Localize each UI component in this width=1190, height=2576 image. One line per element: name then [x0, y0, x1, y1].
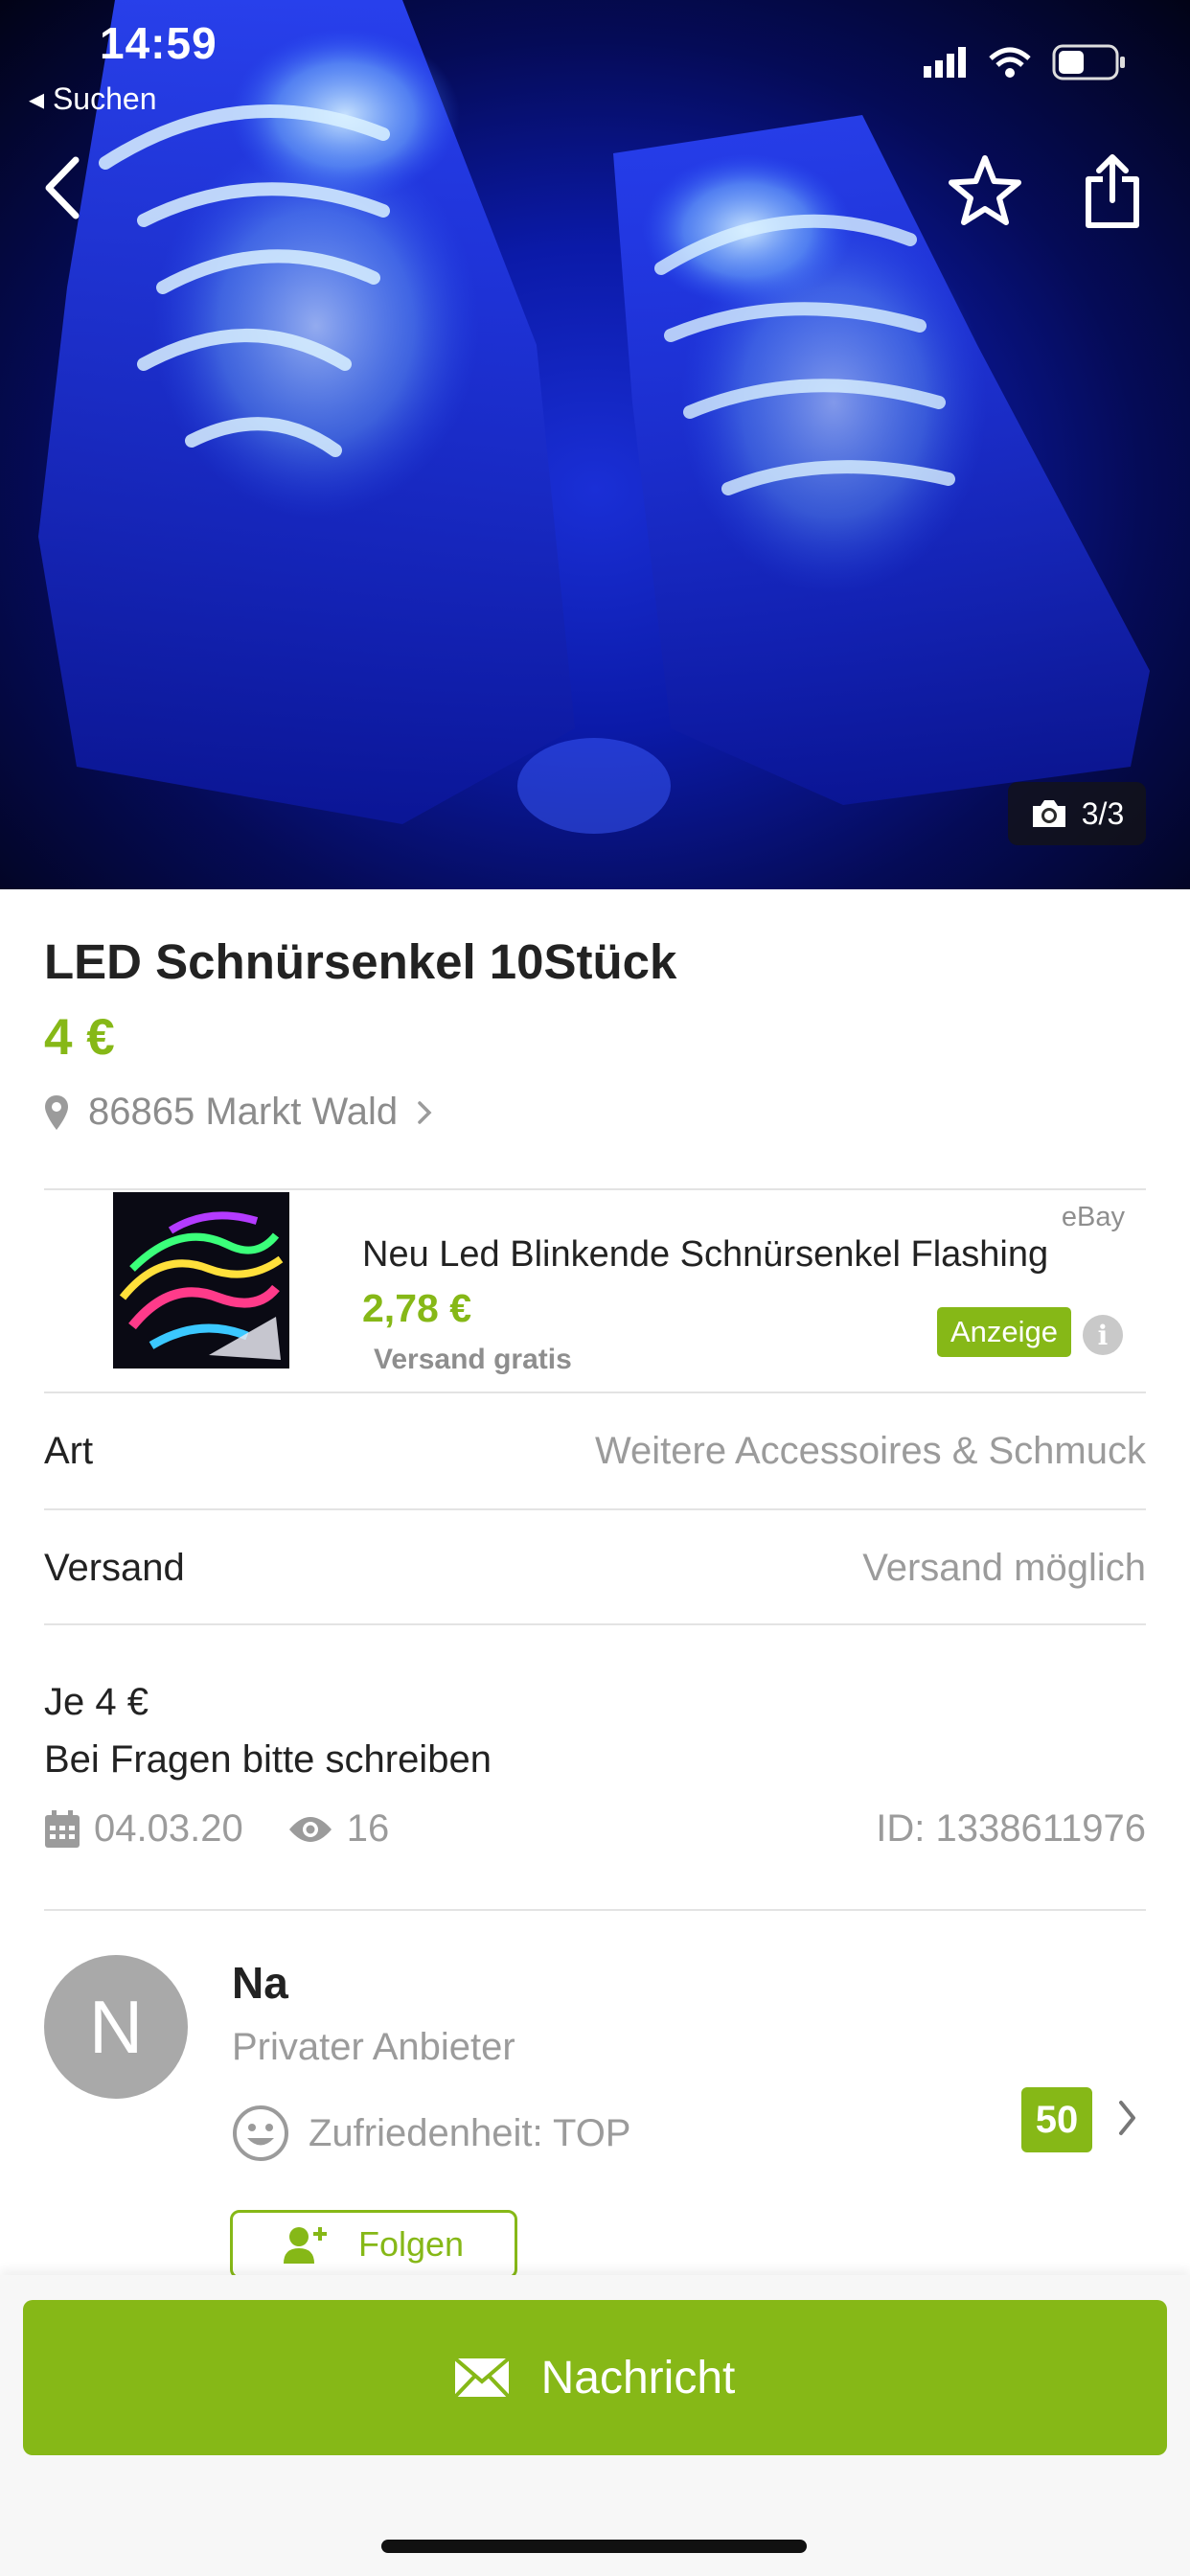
share-button[interactable]: [1081, 151, 1144, 230]
ad-shipping: Versand gratis: [374, 1344, 572, 1374]
calendar-icon: [45, 1809, 80, 1848]
listing-photo[interactable]: 14:59 ◂ Suchen 3/3: [0, 0, 1190, 889]
photo-scene: [38, 0, 1150, 834]
favorite-button[interactable]: [947, 153, 1023, 228]
smiley-icon: [233, 2105, 288, 2161]
divider: [44, 1909, 1146, 1911]
detail-label: Art: [44, 1429, 94, 1472]
status-time: 14:59: [100, 18, 217, 68]
description-line: Je 4 €: [44, 1681, 149, 1723]
location-pin-icon: [45, 1094, 68, 1130]
description-line: Bei Fragen bitte schreiben: [44, 1738, 492, 1781]
chevron-left-icon: [45, 156, 80, 219]
detail-row-versand: Versand Versand möglich: [44, 1510, 1146, 1625]
follow-label: Folgen: [357, 2224, 465, 2264]
detail-value: Versand möglich: [862, 1546, 1146, 1589]
back-to-app-link[interactable]: ◂ Suchen: [29, 80, 156, 117]
message-label: Nachricht: [540, 2352, 736, 2404]
follow-button[interactable]: Folgen: [230, 2210, 517, 2279]
seller-type: Privater Anbieter: [232, 2026, 515, 2068]
chevron-right-icon[interactable]: [1117, 2099, 1136, 2137]
detail-label: Versand: [44, 1546, 185, 1589]
listing-id: ID: 1338611976: [876, 1807, 1146, 1850]
ad-thumbnail-image: [113, 1192, 289, 1368]
sponsored-ad[interactable]: eBay Neu Led Blinkende Schnürsenkel Flas…: [44, 1190, 1146, 1390]
seller-score-badge: 50: [1021, 2087, 1092, 2152]
status-icons: [924, 44, 1127, 80]
satisfaction-label: Zufriedenheit: TOP: [309, 2111, 631, 2154]
envelope-icon: [454, 2358, 509, 2397]
avatar[interactable]: N: [44, 1955, 188, 2099]
detail-row-art: Art Weitere Accessoires & Schmuck: [44, 1393, 1146, 1508]
wifi-icon: [989, 47, 1031, 78]
listing-price: 4 €: [44, 1009, 115, 1066]
listing-title: LED Schnürsenkel 10Stück: [44, 934, 677, 989]
seller-satisfaction: Zufriedenheit: TOP: [232, 2104, 630, 2162]
home-indicator[interactable]: [381, 2540, 807, 2553]
bottom-action-bar: Nachricht: [0, 2275, 1190, 2576]
chevron-right-icon: [418, 1100, 432, 1124]
seller-name[interactable]: Na: [232, 1957, 288, 2009]
info-icon[interactable]: i: [1083, 1315, 1123, 1355]
photo-counter: 3/3: [1008, 782, 1146, 845]
view-count: 16: [346, 1807, 390, 1850]
ad-thumbnail: [113, 1192, 289, 1368]
ad-price: 2,78 €: [362, 1286, 471, 1330]
battery-icon: [1052, 44, 1125, 80]
share-icon: [1086, 154, 1139, 228]
detail-value: Weitere Accessoires & Schmuck: [594, 1429, 1146, 1472]
star-icon: [949, 155, 1021, 225]
ad-title: Neu Led Blinkende Schnürsenkel Flashing: [362, 1234, 1049, 1275]
message-button[interactable]: Nachricht: [23, 2300, 1167, 2455]
camera-icon: [1032, 800, 1065, 827]
ad-badge: Anzeige: [937, 1307, 1072, 1357]
signal-icon: [924, 47, 966, 78]
add-user-icon: [283, 2227, 327, 2264]
listing-meta: 04.03.20 16 ID: 1338611976: [44, 1807, 1146, 1851]
divider: [44, 1623, 1146, 1625]
ad-source: eBay: [1061, 1202, 1125, 1232]
posted-date: 04.03.20: [94, 1807, 243, 1850]
location-label: 86865 Markt Wald: [88, 1091, 399, 1133]
photo-counter-label: 3/3: [1081, 795, 1125, 831]
description: Je 4 € Bei Fragen bitte schreiben: [44, 1673, 492, 1788]
back-button[interactable]: [38, 153, 86, 222]
eye-icon: [288, 1816, 332, 1842]
location-link[interactable]: 86865 Markt Wald: [44, 1091, 432, 1134]
